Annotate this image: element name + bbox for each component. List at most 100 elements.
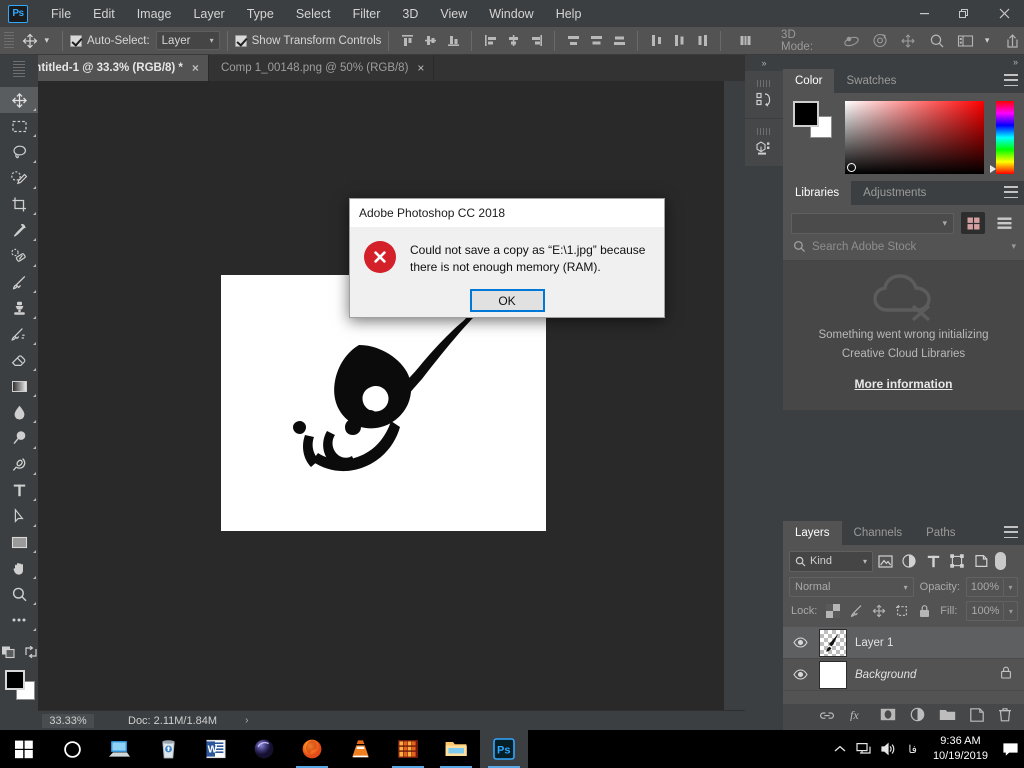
list-view-icon[interactable] xyxy=(992,212,1016,234)
foreground-color-swatch[interactable] xyxy=(5,670,25,690)
media-app-icon[interactable] xyxy=(384,730,432,768)
close-icon[interactable]: × xyxy=(417,62,424,74)
align-top-edges-button[interactable] xyxy=(396,30,419,52)
lock-position-icon[interactable] xyxy=(872,604,886,618)
blend-mode-dropdown[interactable]: Normal ▾ xyxy=(789,577,914,597)
move-tool-icon[interactable] xyxy=(17,30,43,52)
search-input[interactable]: Search Adobe Stock xyxy=(812,241,916,253)
history-panel-icon[interactable] xyxy=(745,71,783,119)
auto-select-scope-dropdown[interactable]: Layer ▾ xyxy=(155,31,220,50)
add-layer-mask-icon[interactable] xyxy=(880,708,896,726)
microsoft-word-icon[interactable]: W xyxy=(192,730,240,768)
panel-menu-icon[interactable] xyxy=(1004,186,1018,198)
orbit-3d-icon[interactable] xyxy=(840,30,863,52)
crop-tool[interactable] xyxy=(0,191,38,217)
quick-selection-tool[interactable] xyxy=(0,165,38,191)
opacity-value-field[interactable]: 100% xyxy=(966,577,1004,597)
tab-adjustments[interactable]: Adjustments xyxy=(851,181,939,205)
ok-button[interactable]: OK xyxy=(469,289,545,312)
tab-paths[interactable]: Paths xyxy=(914,521,968,545)
auto-select-checkbox[interactable] xyxy=(70,34,82,47)
eraser-tool[interactable] xyxy=(0,347,38,373)
color-swatches-tool[interactable] xyxy=(5,670,35,700)
fill-value-field[interactable]: 100% xyxy=(966,601,1005,621)
filter-smart-object-icon[interactable] xyxy=(969,550,993,572)
color-field[interactable] xyxy=(845,101,985,174)
filter-type-icon[interactable] xyxy=(921,550,945,572)
filter-pixel-icon[interactable] xyxy=(873,550,897,572)
dodge-tool[interactable] xyxy=(0,425,38,451)
link-layers-icon[interactable] xyxy=(819,708,835,726)
recycle-bin-icon[interactable] xyxy=(144,730,192,768)
layer-style-fx-icon[interactable]: fx xyxy=(849,708,866,726)
menu-help[interactable]: Help xyxy=(545,0,593,27)
tool-preset-chevron-icon[interactable]: ▾ xyxy=(44,35,49,46)
pan-3d-icon[interactable] xyxy=(897,30,920,52)
volume-icon[interactable] xyxy=(876,730,900,768)
dock-collapse-icon[interactable]: » xyxy=(745,55,783,71)
menu-layer[interactable]: Layer xyxy=(182,0,235,27)
panels-collapse-icon[interactable]: » xyxy=(783,55,1024,69)
more-information-link[interactable]: More information xyxy=(855,377,953,391)
distribute-right-edges-button[interactable] xyxy=(691,30,714,52)
start-button-icon[interactable] xyxy=(0,730,48,768)
layer-name[interactable]: Background xyxy=(855,669,916,681)
lock-artboard-icon[interactable] xyxy=(895,604,909,618)
menu-filter[interactable]: Filter xyxy=(342,0,392,27)
error-dialog[interactable]: Adobe Photoshop CC 2018 Could not save a… xyxy=(349,198,665,318)
tab-channels[interactable]: Channels xyxy=(841,521,915,545)
options-bar-grip[interactable] xyxy=(4,31,14,50)
canvas-area[interactable] xyxy=(38,81,745,710)
table-row[interactable]: Layer 1 xyxy=(783,627,1024,659)
network-icon[interactable] xyxy=(852,730,876,768)
language-indicator[interactable]: فا xyxy=(900,743,925,756)
move-tool[interactable] xyxy=(0,87,38,113)
rectangular-marquee-tool[interactable] xyxy=(0,113,38,139)
new-layer-icon[interactable] xyxy=(970,707,984,727)
menu-select[interactable]: Select xyxy=(285,0,342,27)
show-hidden-icons-icon[interactable] xyxy=(828,730,852,768)
align-bottom-edges-button[interactable] xyxy=(442,30,465,52)
delete-layer-icon[interactable] xyxy=(998,707,1012,727)
document-tab-untitled-1[interactable]: Untitled-1 @ 33.3% (RGB/8) * × xyxy=(14,55,209,81)
zoom-level-field[interactable]: 33.33% xyxy=(42,713,94,728)
workspace-chevron-icon[interactable]: ▾ xyxy=(985,35,990,46)
spot-healing-brush-tool[interactable] xyxy=(0,243,38,269)
hue-slider[interactable] xyxy=(990,101,1014,174)
panel-menu-icon[interactable] xyxy=(1004,74,1018,86)
edit-toolbar-tool[interactable] xyxy=(0,607,38,633)
share-icon[interactable] xyxy=(1001,30,1024,52)
align-more-button[interactable] xyxy=(734,30,757,52)
clone-stamp-tool[interactable] xyxy=(0,295,38,321)
close-button[interactable] xyxy=(984,0,1024,27)
canvas-vertical-scrollbar[interactable] xyxy=(724,81,745,710)
zoom-3d-icon[interactable] xyxy=(926,30,949,52)
align-horizontal-centers-button[interactable] xyxy=(502,30,525,52)
file-explorer-icon[interactable] xyxy=(432,730,480,768)
align-vertical-centers-button[interactable] xyxy=(419,30,442,52)
pen-tool[interactable] xyxy=(0,451,38,477)
layer-visibility-icon[interactable] xyxy=(789,637,811,648)
gradient-tool[interactable] xyxy=(0,373,38,399)
layer-name[interactable]: Layer 1 xyxy=(855,637,893,649)
menu-image[interactable]: Image xyxy=(126,0,183,27)
vlc-media-player-icon[interactable] xyxy=(336,730,384,768)
menu-view[interactable]: View xyxy=(429,0,478,27)
menu-3d[interactable]: 3D xyxy=(391,0,429,27)
tab-swatches[interactable]: Swatches xyxy=(834,69,909,93)
status-expand-icon[interactable]: › xyxy=(245,715,248,726)
filter-adjustment-icon[interactable] xyxy=(897,550,921,572)
zoom-tool[interactable] xyxy=(0,581,38,607)
opacity-chevron-icon[interactable]: ▾ xyxy=(1004,577,1018,597)
distribute-top-edges-button[interactable] xyxy=(562,30,585,52)
menu-type[interactable]: Type xyxy=(236,0,285,27)
lock-transparent-pixels-icon[interactable] xyxy=(826,604,841,618)
workspace-switcher-icon[interactable] xyxy=(954,30,977,52)
photoshop-icon[interactable]: Ps xyxy=(480,730,528,768)
foreground-color-swatch[interactable] xyxy=(793,101,819,127)
library-select-dropdown[interactable]: ▾ xyxy=(791,212,954,234)
quick-mask-icon[interactable] xyxy=(1,645,17,664)
hue-slider-marker[interactable] xyxy=(990,165,997,173)
align-right-edges-button[interactable] xyxy=(525,30,548,52)
history-brush-tool[interactable] xyxy=(0,321,38,347)
